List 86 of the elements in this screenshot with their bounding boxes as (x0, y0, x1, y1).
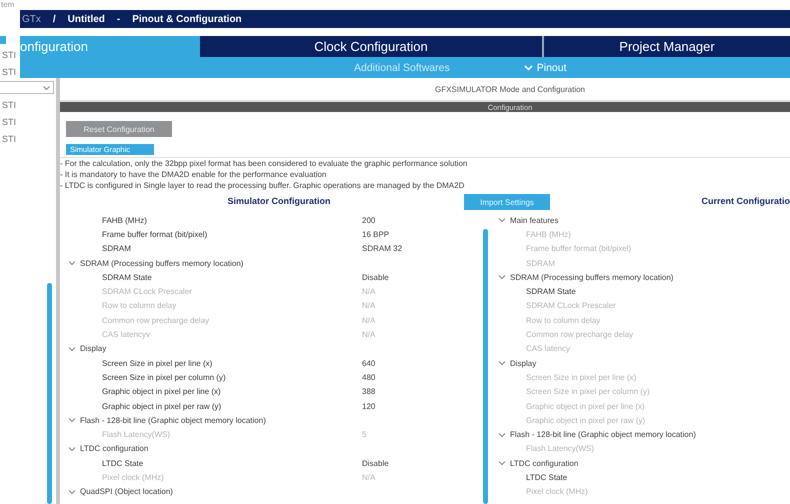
title-text: Pinout & Configuration (132, 14, 242, 24)
group-label: Display (80, 344, 106, 354)
section-heading: Current Configuratio (702, 196, 790, 206)
note-text: - It is mandatory to have the DMA2D enable for the performance evaluation (60, 169, 328, 180)
title-text: / (52, 14, 56, 24)
parameter-value[interactable]: 200 (362, 216, 376, 225)
parameter-value[interactable]: 388 (362, 387, 376, 396)
parameter-value[interactable]: Disable (362, 458, 389, 468)
parameter-label: Flash Latency(WS) (101, 430, 172, 440)
group-label: SDRAM (Processing buffers memory location) (80, 258, 244, 268)
chevron-down-icon[interactable] (68, 417, 76, 424)
parameter-value[interactable]: SDRAM 32 (362, 244, 402, 254)
parameter-label: LTDC State (101, 458, 144, 468)
parameter-label: Frame buffer format (bit/pixel) (525, 244, 632, 254)
chevron-down-icon[interactable] (498, 274, 506, 280)
import-settings-button[interactable]: Import Settings (464, 194, 550, 210)
parameter-label: SDRAM CLock Prescaler (525, 301, 617, 310)
group-label: Main features (510, 216, 558, 225)
title-text: Untitled (68, 14, 105, 24)
parameter-label: Screen Size in pixel per line (x) (525, 372, 638, 382)
sidebar-item[interactable]: STI (0, 50, 20, 61)
parameter-label: Common row precharge delay (525, 330, 634, 340)
parameter-label: Graphic object in pixel per raw (y) (525, 416, 646, 425)
parameter-label: Graphic object in pixel per line (x) (525, 402, 646, 410)
chevron-down-icon[interactable] (498, 360, 506, 366)
tab[interactable]: Project Manager (542, 36, 790, 57)
parameter-label: Pixel clock (MHz) (101, 472, 165, 482)
sidebar-text: tem (0, 0, 14, 9)
parameter-label: SDRAM CLock Prescaler (101, 287, 193, 296)
sidebar-item[interactable]: STI (0, 67, 20, 78)
parameter-label: Graphic object in pixel per line (x) (101, 387, 222, 396)
parameter-label: SDRAM State (101, 272, 153, 282)
parameter-label: Common row precharge delay (101, 316, 210, 325)
parameter-label: Graphic object in pixel per raw (y) (101, 402, 222, 410)
sidebar-item[interactable]: STI (0, 100, 56, 111)
parameter-label: Row to column delay (525, 316, 602, 325)
sidebar-item[interactable]: STI (0, 134, 56, 145)
group-label: Flash - 128-bit line (Graphic object memory location) (510, 430, 696, 440)
parameter-label: Frame buffer format (bit/pixel) (101, 230, 208, 239)
parameter-label: SDRAM (525, 258, 556, 268)
chevron-down-icon[interactable] (68, 346, 76, 352)
parameter-value[interactable]: 480 (362, 372, 376, 382)
parameter-label: Pixel clock (MHz) (525, 487, 589, 496)
pinout-menu[interactable]: Pinout (524, 62, 567, 74)
parameter-label: Flash Latency(WS) (525, 444, 596, 454)
chevron-down-icon[interactable] (68, 488, 76, 495)
parameter-value[interactable]: Disable (362, 272, 389, 282)
parameter-label: SDRAM (101, 244, 132, 254)
parameter-label: FAHB (MHz) (101, 216, 148, 225)
parameter-value[interactable]: 16 BPP (362, 230, 390, 239)
chevron-down-icon (524, 64, 533, 70)
sidebar-item[interactable]: STI (0, 117, 56, 128)
section-heading: Simulator Configuration (228, 196, 330, 206)
title-text: GTx (22, 14, 41, 24)
parameter-value[interactable]: 640 (362, 358, 376, 368)
group-label: QuadSPI (Object location) (80, 487, 173, 496)
parameter-label: LTDC State (525, 472, 568, 482)
parameter-label: Screen Size in pixel per column (y) (525, 387, 651, 396)
parameter-label: CAS latencyv (101, 330, 152, 340)
group-label: LTDC configuration (80, 444, 148, 454)
dropdown-field[interactable] (0, 81, 54, 94)
scrollbar-thumb[interactable] (47, 283, 52, 504)
parameter-label: Row to column delay (101, 301, 178, 310)
group-label: Display (510, 358, 536, 368)
chevron-down-icon[interactable] (68, 260, 76, 266)
title-text: - (116, 14, 120, 24)
parameter-label: Screen Size in pixel per line (x) (101, 358, 214, 368)
group-label: LTDC configuration (510, 458, 578, 468)
note-text: - LTDC is configured in Single layer to read the processing buffer. Graphic operations are managed by the DMA2D (60, 180, 466, 191)
parameter-label: SDRAM State (525, 287, 577, 296)
chevron-down-icon[interactable] (68, 446, 76, 452)
chevron-down-icon[interactable] (498, 432, 506, 438)
chevron-down-icon[interactable] (498, 217, 506, 224)
parameter-label: Screen Size in pixel per column (y) (101, 372, 227, 382)
note-text: - For the calculation, only the 32bpp pixel format has been considered to evaluate the graphic performance solution (60, 158, 468, 169)
parameter-label: FAHB (MHz) (525, 230, 572, 239)
group-label: Flash - 128-bit line (Graphic object memory location) (80, 416, 266, 425)
sidebar-highlight (0, 36, 6, 44)
tab[interactable]: Clock Configuration (200, 36, 542, 57)
chevron-down-icon (43, 86, 50, 90)
reset-configuration-button[interactable]: Reset Configuration (66, 121, 172, 137)
scrollbar-thumb[interactable] (483, 229, 488, 504)
parameter-value[interactable]: 120 (362, 402, 376, 410)
chevron-down-icon[interactable] (498, 460, 506, 466)
parameter-label: CAS latency (525, 344, 572, 354)
group-label: SDRAM (Processing buffers memory location) (510, 272, 674, 282)
